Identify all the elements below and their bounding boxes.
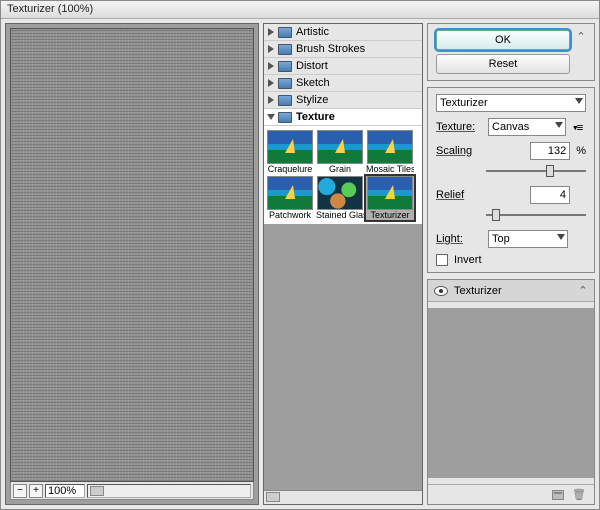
scaling-input[interactable]: 132 (530, 142, 570, 160)
disclosure-icon (268, 96, 274, 104)
light-select-value: Top (492, 233, 510, 245)
category-label: Sketch (296, 77, 330, 89)
invert-label: Invert (454, 254, 482, 266)
thumb-stained-glass[interactable]: Stained Glass (316, 176, 364, 220)
texture-label: Texture: (436, 121, 482, 133)
thumb-label: Craquelure (268, 164, 313, 174)
category-list: Artistic Brush Strokes Distort Sketch St… (264, 24, 422, 224)
preview-panel: − + 100% (5, 23, 259, 505)
thumb-grain[interactable]: Grain (316, 130, 364, 174)
effect-layers-empty (428, 308, 594, 478)
filter-categories-panel: Artistic Brush Strokes Distort Sketch St… (263, 23, 423, 505)
thumb-mosaic-tiles[interactable]: Mosaic Tiles (366, 130, 414, 174)
preview-wrap: − + 100% (6, 24, 258, 504)
category-texture[interactable]: Texture (264, 109, 422, 126)
category-label: Texture (296, 111, 335, 123)
chevron-down-icon (557, 234, 565, 240)
ok-button[interactable]: OK (436, 30, 570, 50)
folder-icon (278, 44, 292, 55)
thumb-label: Patchwork (269, 210, 311, 220)
window-title: Texturizer (100%) (1, 1, 599, 19)
category-artistic[interactable]: Artistic (264, 24, 422, 41)
settings-column: OK Reset ⌃ Texturizer Texture: Canvas ▾≡… (427, 23, 595, 505)
texture-select[interactable]: Canvas (488, 118, 566, 136)
scroll-thumb[interactable] (90, 486, 104, 496)
effect-layer-name: Texturizer (454, 285, 502, 297)
folder-icon (278, 95, 292, 106)
preview-canvas[interactable] (10, 28, 254, 482)
delete-effect-layer-icon[interactable]: 🗑 (572, 488, 586, 501)
reset-button[interactable]: Reset (436, 54, 570, 74)
filter-gallery-window: Texturizer (100%) − + 100% Artistic Brus… (0, 0, 600, 510)
scaling-slider[interactable] (486, 164, 586, 178)
category-label: Brush Strokes (296, 43, 365, 55)
effect-layers-panel: Texturizer ⌃ 🗑 (427, 279, 595, 505)
zoom-out-button[interactable]: − (13, 484, 27, 498)
effect-layers-footer: 🗑 (428, 484, 594, 504)
thumb-label: Grain (329, 164, 351, 174)
light-label: Light: (436, 233, 482, 245)
folder-icon (278, 78, 292, 89)
disclosure-icon (267, 114, 275, 120)
light-select[interactable]: Top (488, 230, 568, 248)
texture-select-value: Canvas (492, 121, 529, 133)
thumb-label: Texturizer (370, 210, 409, 220)
folder-icon (278, 27, 292, 38)
preview-footer: − + 100% (10, 482, 254, 500)
new-effect-layer-icon[interactable] (552, 490, 564, 500)
folder-icon (278, 112, 292, 123)
disclosure-icon (268, 45, 274, 53)
zoom-in-button[interactable]: + (29, 484, 43, 498)
relief-slider[interactable] (486, 208, 586, 222)
category-stylize[interactable]: Stylize (264, 92, 422, 109)
scroll-thumb[interactable] (266, 492, 280, 502)
category-hscroll[interactable] (264, 490, 422, 504)
disclosure-icon (268, 28, 274, 36)
thumb-patchwork[interactable]: Patchwork (266, 176, 314, 220)
collapse-icon[interactable]: ⌃ (576, 30, 586, 74)
folder-icon (278, 61, 292, 72)
disclosure-icon (268, 62, 274, 70)
category-label: Distort (296, 60, 328, 72)
chevron-down-icon (555, 122, 563, 128)
invert-checkbox[interactable] (436, 254, 448, 266)
thumb-craquelure[interactable]: Craquelure (266, 130, 314, 174)
category-label: Artistic (296, 26, 329, 38)
action-buttons-panel: OK Reset ⌃ (427, 23, 595, 81)
thumb-label: Stained Glass (316, 210, 364, 220)
filter-select-value: Texturizer (440, 97, 488, 109)
layer-chevron-icon[interactable]: ⌃ (578, 284, 588, 297)
scaling-unit: % (576, 145, 586, 157)
category-distort[interactable]: Distort (264, 58, 422, 75)
category-sketch[interactable]: Sketch (264, 75, 422, 92)
window-body: − + 100% Artistic Brush Strokes Distort … (1, 19, 599, 509)
texture-options-icon[interactable]: ▾≡ (572, 121, 586, 134)
preview-hscroll[interactable] (87, 484, 251, 498)
thumb-label: Mosaic Tiles (366, 164, 414, 174)
filter-options-panel: Texturizer Texture: Canvas ▾≡ Scaling 13… (427, 87, 595, 273)
category-brush-strokes[interactable]: Brush Strokes (264, 41, 422, 58)
category-empty-area (264, 224, 422, 490)
disclosure-icon (268, 79, 274, 87)
filter-select[interactable]: Texturizer (436, 94, 586, 112)
texturizer-preview-surface (11, 29, 253, 481)
visibility-icon[interactable] (434, 286, 448, 296)
scaling-label: Scaling (436, 145, 482, 157)
zoom-value[interactable]: 100% (45, 484, 85, 498)
texture-thumbnails: Craquelure Grain Mosaic Tiles Patchwork … (264, 126, 422, 224)
relief-label: Relief (436, 189, 482, 201)
relief-input[interactable]: 4 (530, 186, 570, 204)
category-label: Stylize (296, 94, 328, 106)
effect-layer-row[interactable]: Texturizer ⌃ (428, 280, 594, 302)
chevron-down-icon (575, 98, 583, 104)
thumb-texturizer[interactable]: Texturizer (366, 176, 414, 220)
